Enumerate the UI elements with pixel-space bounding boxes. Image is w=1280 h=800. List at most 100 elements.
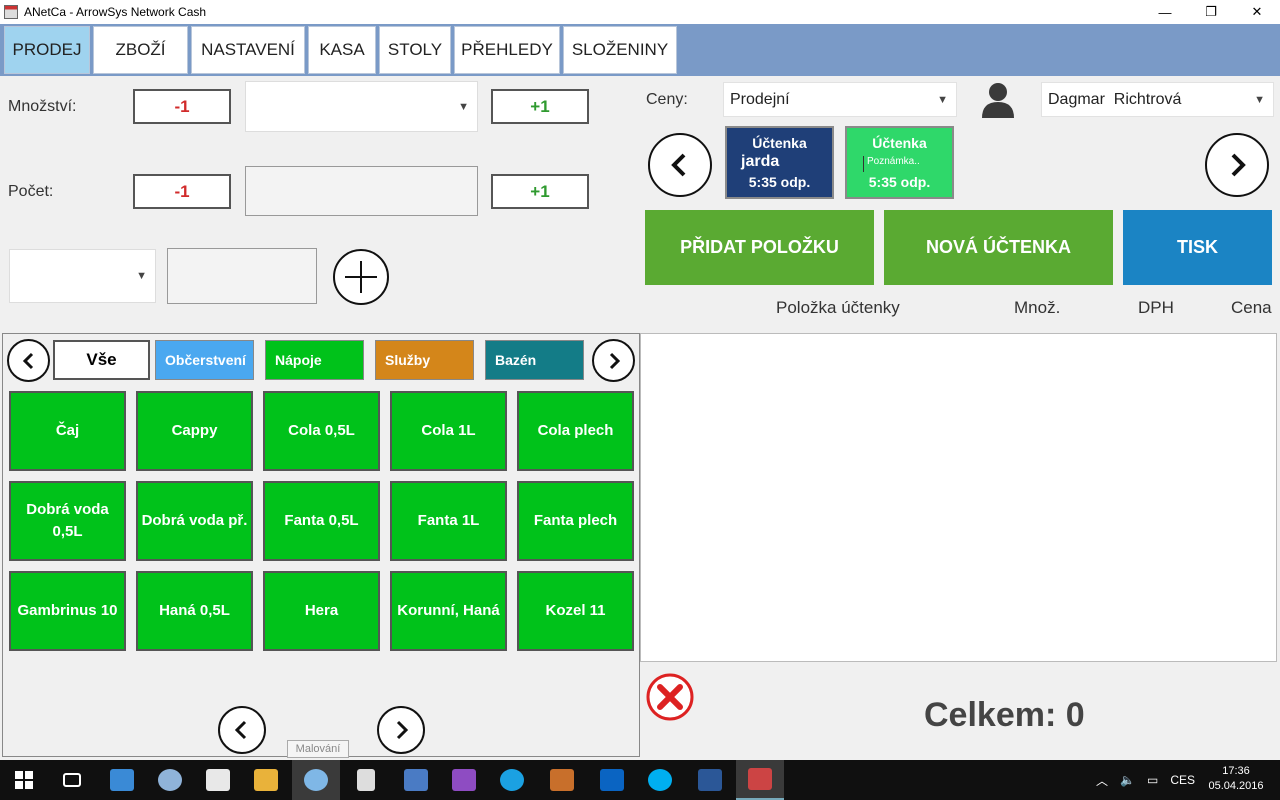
taskbar-app[interactable] — [194, 760, 242, 800]
product-page-prev-button[interactable] — [218, 706, 266, 754]
chevron-right-icon — [1231, 153, 1246, 177]
product-tile[interactable]: Čaj — [9, 391, 126, 471]
clock-date: 05.04.2016 — [1208, 780, 1264, 792]
message-icon[interactable]: ▭ — [1147, 773, 1158, 787]
taskbar-app[interactable] — [342, 760, 390, 800]
product-tile[interactable]: Fanta 0,5L — [263, 481, 380, 561]
receipt-card-jarda[interactable]: Účtenka jarda 5:35 odp. — [725, 126, 834, 199]
column-item-header: Položka účtenky — [776, 298, 900, 317]
taskbar-app[interactable] — [736, 760, 784, 800]
category-prev-button[interactable] — [7, 339, 50, 382]
clock[interactable]: 17:36 05.04.2016 — [1196, 764, 1276, 794]
delete-x-icon — [646, 673, 694, 721]
ceny-select[interactable]: Prodejní ▼ — [723, 82, 957, 117]
product-tile[interactable]: Dobrá voda př. — [136, 481, 253, 561]
tab-prehledy[interactable]: PŘEHLEDY — [454, 26, 560, 74]
add-item-button[interactable]: PŘIDAT POLOŽKU — [645, 210, 874, 285]
anetca-icon — [748, 768, 772, 790]
product-tile[interactable]: Fanta 1L — [390, 481, 507, 561]
receipt-prev-button[interactable] — [648, 133, 712, 197]
product-tile[interactable]: Cola 1L — [390, 391, 507, 471]
receipt-card-note[interactable]: Účtenka Poznámka.. 5:35 odp. — [845, 126, 954, 199]
tab-slozeniny[interactable]: SLOŽENINY — [563, 26, 677, 74]
task-view-button[interactable] — [48, 760, 96, 800]
tab-nastaveni[interactable]: NASTAVENÍ — [191, 26, 305, 74]
tab-kasa[interactable]: KASA — [308, 26, 376, 74]
pocet-label: Počet: — [8, 183, 54, 200]
receipt-name: jarda — [741, 153, 780, 170]
taskbar-app[interactable] — [292, 760, 340, 800]
product-tile[interactable]: Gambrinus 10 — [9, 571, 126, 651]
user-select[interactable]: Dagmar Richtrová ▼ — [1041, 82, 1274, 117]
taskbar-app[interactable] — [440, 760, 488, 800]
category-bazen[interactable]: Bazén — [485, 340, 584, 380]
print-button[interactable]: TISK — [1123, 210, 1272, 285]
pocet-plus-button[interactable]: +1 — [491, 174, 589, 209]
chevron-down-icon: ▼ — [1254, 93, 1265, 106]
app-icon — [4, 5, 18, 19]
chevron-up-icon[interactable]: ︿ — [1096, 772, 1108, 789]
pocet-input[interactable] — [245, 166, 478, 216]
minimize-button[interactable]: — — [1142, 0, 1188, 24]
category-next-button[interactable] — [592, 339, 635, 382]
product-tile[interactable]: Korunní, Haná — [390, 571, 507, 651]
taskbar-app[interactable] — [146, 760, 194, 800]
chevron-right-icon — [609, 352, 620, 369]
product-tile[interactable]: Fanta plech — [517, 481, 634, 561]
taskbar-app[interactable] — [588, 760, 636, 800]
category-napoje[interactable]: Nápoje — [265, 340, 364, 380]
mnozstvi-select[interactable]: ▼ — [245, 81, 478, 132]
extra-input[interactable] — [167, 248, 317, 304]
taskbar-app[interactable] — [488, 760, 536, 800]
tab-stoly[interactable]: STOLY — [379, 26, 451, 74]
taskbar-app[interactable] — [392, 760, 440, 800]
paint-icon — [304, 769, 328, 791]
close-button[interactable]: ✕ — [1234, 0, 1280, 24]
product-tile[interactable]: Haná 0,5L — [136, 571, 253, 651]
taskbar-app[interactable] — [636, 760, 684, 800]
category-vse[interactable]: Vše — [53, 340, 150, 380]
taskbar: ︿ 🔈 ▭ CES 17:36 05.04.2016 — [0, 760, 1280, 800]
ceny-label: Ceny: — [646, 91, 688, 108]
product-tile[interactable]: Kozel 11 — [517, 571, 634, 651]
user-icon — [978, 80, 1018, 120]
receipt-items-list[interactable] — [640, 333, 1277, 662]
mnozstvi-minus-button[interactable]: -1 — [133, 89, 231, 124]
product-tile[interactable]: Cappy — [136, 391, 253, 471]
category-sluzby[interactable]: Služby — [375, 340, 474, 380]
total-label: Celkem: 0 — [924, 696, 1085, 734]
language-indicator[interactable]: CES — [1170, 773, 1195, 787]
mnozstvi-plus-button[interactable]: +1 — [491, 89, 589, 124]
network-icon — [158, 769, 182, 791]
window-title: ANetCa - ArrowSys Network Cash — [24, 5, 207, 19]
restore-button[interactable]: ❐ — [1188, 0, 1234, 24]
delete-button[interactable] — [645, 672, 695, 722]
taskbar-app[interactable] — [686, 760, 734, 800]
start-button[interactable] — [0, 760, 48, 800]
tab-prodej[interactable]: PRODEJ — [4, 26, 90, 74]
skype-icon — [648, 769, 672, 791]
add-circle-button[interactable] — [333, 249, 389, 305]
taskbar-app[interactable] — [242, 760, 290, 800]
product-tile[interactable]: Cola plech — [517, 391, 634, 471]
receipt-note-field[interactable]: Poznámka.. — [863, 156, 952, 172]
calculator-icon — [357, 769, 375, 791]
new-receipt-button[interactable]: NOVÁ ÚČTENKA — [884, 210, 1113, 285]
receipt-next-button[interactable] — [1205, 133, 1269, 197]
receipt-title: Účtenka — [752, 135, 807, 151]
category-obcerstveni[interactable]: Občerstvení — [155, 340, 254, 380]
product-page-next-button[interactable] — [377, 706, 425, 754]
chevron-left-icon — [234, 720, 247, 740]
taskbar-app[interactable] — [98, 760, 146, 800]
product-tile[interactable]: Cola 0,5L — [263, 391, 380, 471]
mnozstvi-label: Množství: — [8, 98, 77, 115]
speaker-icon[interactable]: 🔈 — [1120, 773, 1135, 787]
taskbar-app[interactable] — [538, 760, 586, 800]
product-tile[interactable]: Hera — [263, 571, 380, 651]
pocet-minus-button[interactable]: -1 — [133, 174, 231, 209]
product-tile[interactable]: Dobrá voda 0,5L — [9, 481, 126, 561]
tab-zbozi[interactable]: ZBOŽÍ — [93, 26, 188, 74]
windows-icon — [15, 771, 33, 789]
store-icon — [206, 769, 230, 791]
extra-select[interactable]: ▼ — [9, 249, 156, 303]
